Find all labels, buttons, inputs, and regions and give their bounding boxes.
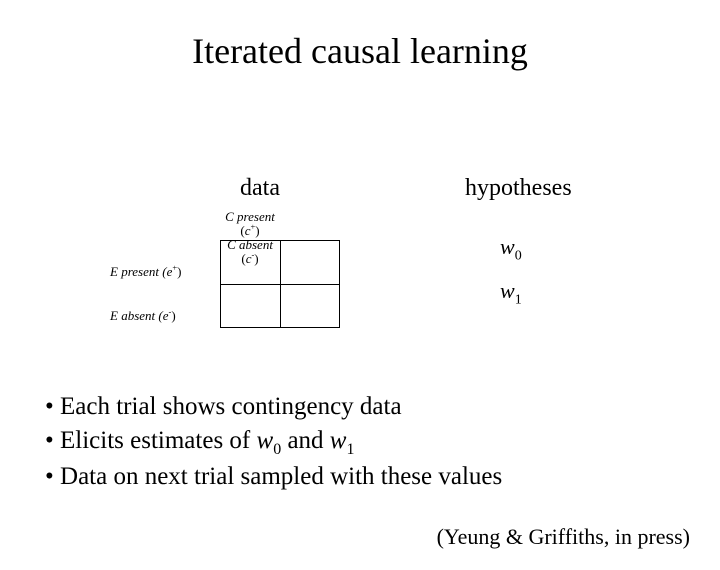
slide-title: Iterated causal learning (0, 30, 720, 72)
bullet-list: • Each trial shows contingency data • El… (45, 390, 502, 494)
bullet-1: • Each trial shows contingency data (45, 390, 502, 424)
row-e-present: E present (e+) (110, 250, 181, 294)
hypothesis-weights: w0 w1 (500, 225, 522, 313)
w1: w1 (500, 269, 522, 313)
row-headers: E present (e+) E absent (e-) (110, 250, 181, 338)
w0: w0 (500, 225, 522, 269)
grid-hline (221, 284, 339, 285)
citation: (Yeung & Griffiths, in press) (437, 524, 690, 550)
label-hypotheses: hypotheses (465, 175, 572, 202)
row-e-absent: E absent (e-) (110, 294, 181, 338)
bullet-3: • Data on next trial sampled with these … (45, 460, 502, 494)
label-data: data (220, 175, 300, 202)
table-grid (220, 240, 340, 328)
bullet-2: • Elicits estimates of w0 and w1 (45, 424, 502, 461)
col-c-present: C present (c+) (220, 210, 280, 238)
